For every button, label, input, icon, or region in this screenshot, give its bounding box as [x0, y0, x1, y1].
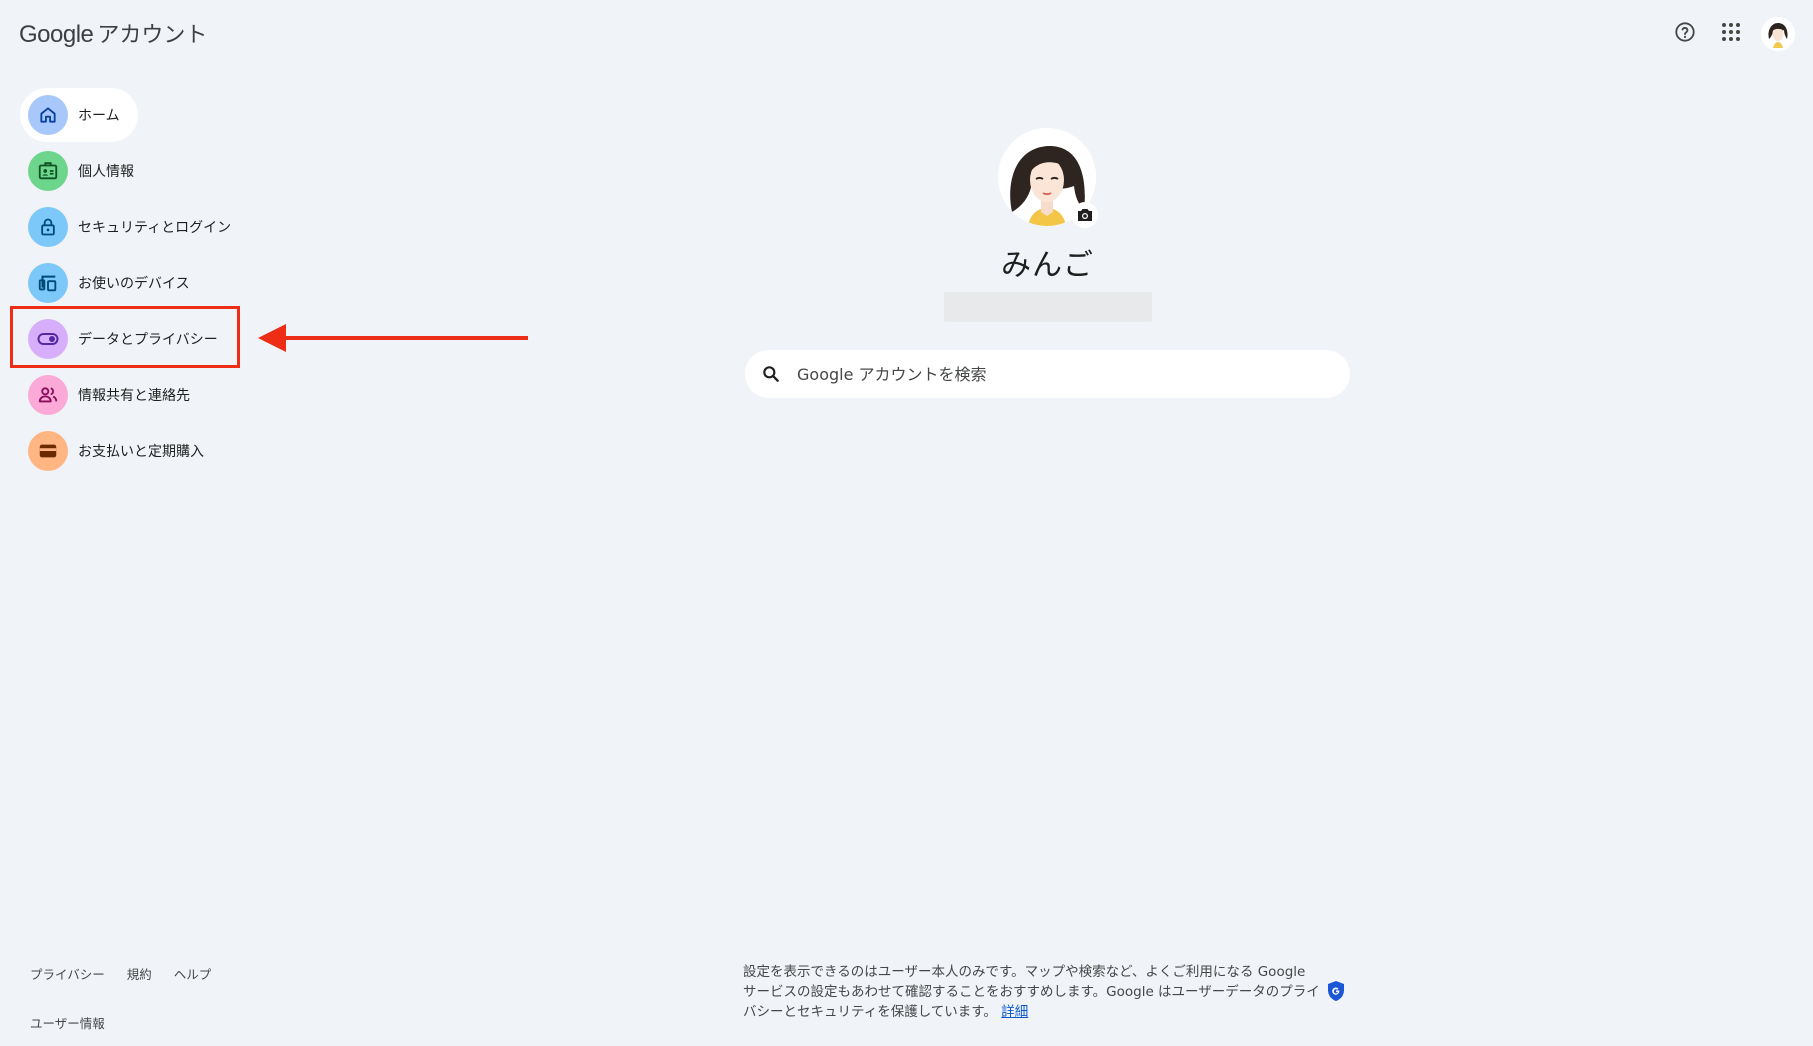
- sidebar-item-label: お支払いと定期購入: [78, 444, 204, 460]
- help-icon: [1674, 21, 1696, 47]
- sidebar-item-devices[interactable]: お使いのデバイス: [20, 256, 208, 310]
- profile-name: みんご: [1001, 248, 1094, 283]
- profile-section: みんご: [745, 128, 1350, 398]
- apps-button[interactable]: [1711, 14, 1751, 54]
- lock-icon: [28, 207, 68, 247]
- annotation-arrow-icon: [258, 324, 528, 352]
- footer-link-terms[interactable]: 規約: [127, 964, 152, 983]
- sidebar-item-personal-info[interactable]: 個人情報: [20, 144, 152, 198]
- footer-link-user-info[interactable]: ユーザー情報: [30, 1013, 105, 1032]
- wallet-icon: [28, 431, 68, 471]
- email-redacted: [943, 292, 1152, 322]
- google-shield-icon: [1328, 981, 1344, 1001]
- sidebar-item-label: お使いのデバイス: [78, 276, 190, 292]
- sidebar-item-sharing[interactable]: 情報共有と連絡先: [20, 368, 208, 422]
- annotation-highlight-box: [10, 306, 240, 368]
- apps-grid-icon: [1721, 22, 1741, 46]
- google-account-logo[interactable]: Google アカウント: [19, 17, 207, 49]
- sidebar-item-label: 情報共有と連絡先: [78, 388, 190, 404]
- privacy-note: 設定を表示できるのはユーザー本人のみです。マップや検索など、よくご利用になる G…: [743, 962, 1323, 1022]
- footer-link-help[interactable]: ヘルプ: [174, 964, 212, 983]
- help-button[interactable]: [1665, 14, 1705, 54]
- sidebar-item-label: 個人情報: [78, 164, 134, 180]
- footer-link-privacy[interactable]: プライバシー: [30, 964, 105, 983]
- app-header: Google アカウント: [0, 0, 1813, 64]
- people-icon: [28, 375, 68, 415]
- footer-links: プライバシー 規約 ヘルプ: [30, 964, 233, 983]
- sidebar-item-home[interactable]: ホーム: [20, 88, 138, 142]
- sidebar-nav: ホーム 個人情報 セキュリティとログイン お使いのデバイス データとプライバシー…: [20, 88, 249, 480]
- account-search-bar[interactable]: [745, 350, 1350, 398]
- camera-icon: [1071, 202, 1098, 228]
- sidebar-item-security[interactable]: セキュリティとログイン: [20, 200, 249, 254]
- account-avatar-button[interactable]: [1761, 17, 1795, 51]
- home-icon: [28, 95, 68, 135]
- avatar: [1761, 17, 1795, 51]
- header-actions: [1659, 14, 1795, 54]
- learn-more-link[interactable]: 詳細: [1001, 1004, 1028, 1020]
- sidebar-item-label: ホーム: [78, 108, 120, 124]
- brand-product: アカウント: [97, 23, 208, 48]
- devices-icon: [28, 263, 68, 303]
- profile-picture-button[interactable]: [997, 128, 1098, 228]
- sidebar-item-payments[interactable]: お支払いと定期購入: [20, 424, 222, 478]
- id-card-icon: [28, 151, 68, 191]
- brand-google: Google: [19, 21, 94, 48]
- sidebar-item-label: セキュリティとログイン: [78, 220, 232, 236]
- search-icon: [759, 362, 783, 386]
- privacy-note-text: 設定を表示できるのはユーザー本人のみです。マップや検索など、よくご利用になる G…: [743, 964, 1320, 1020]
- search-input[interactable]: [795, 363, 1319, 385]
